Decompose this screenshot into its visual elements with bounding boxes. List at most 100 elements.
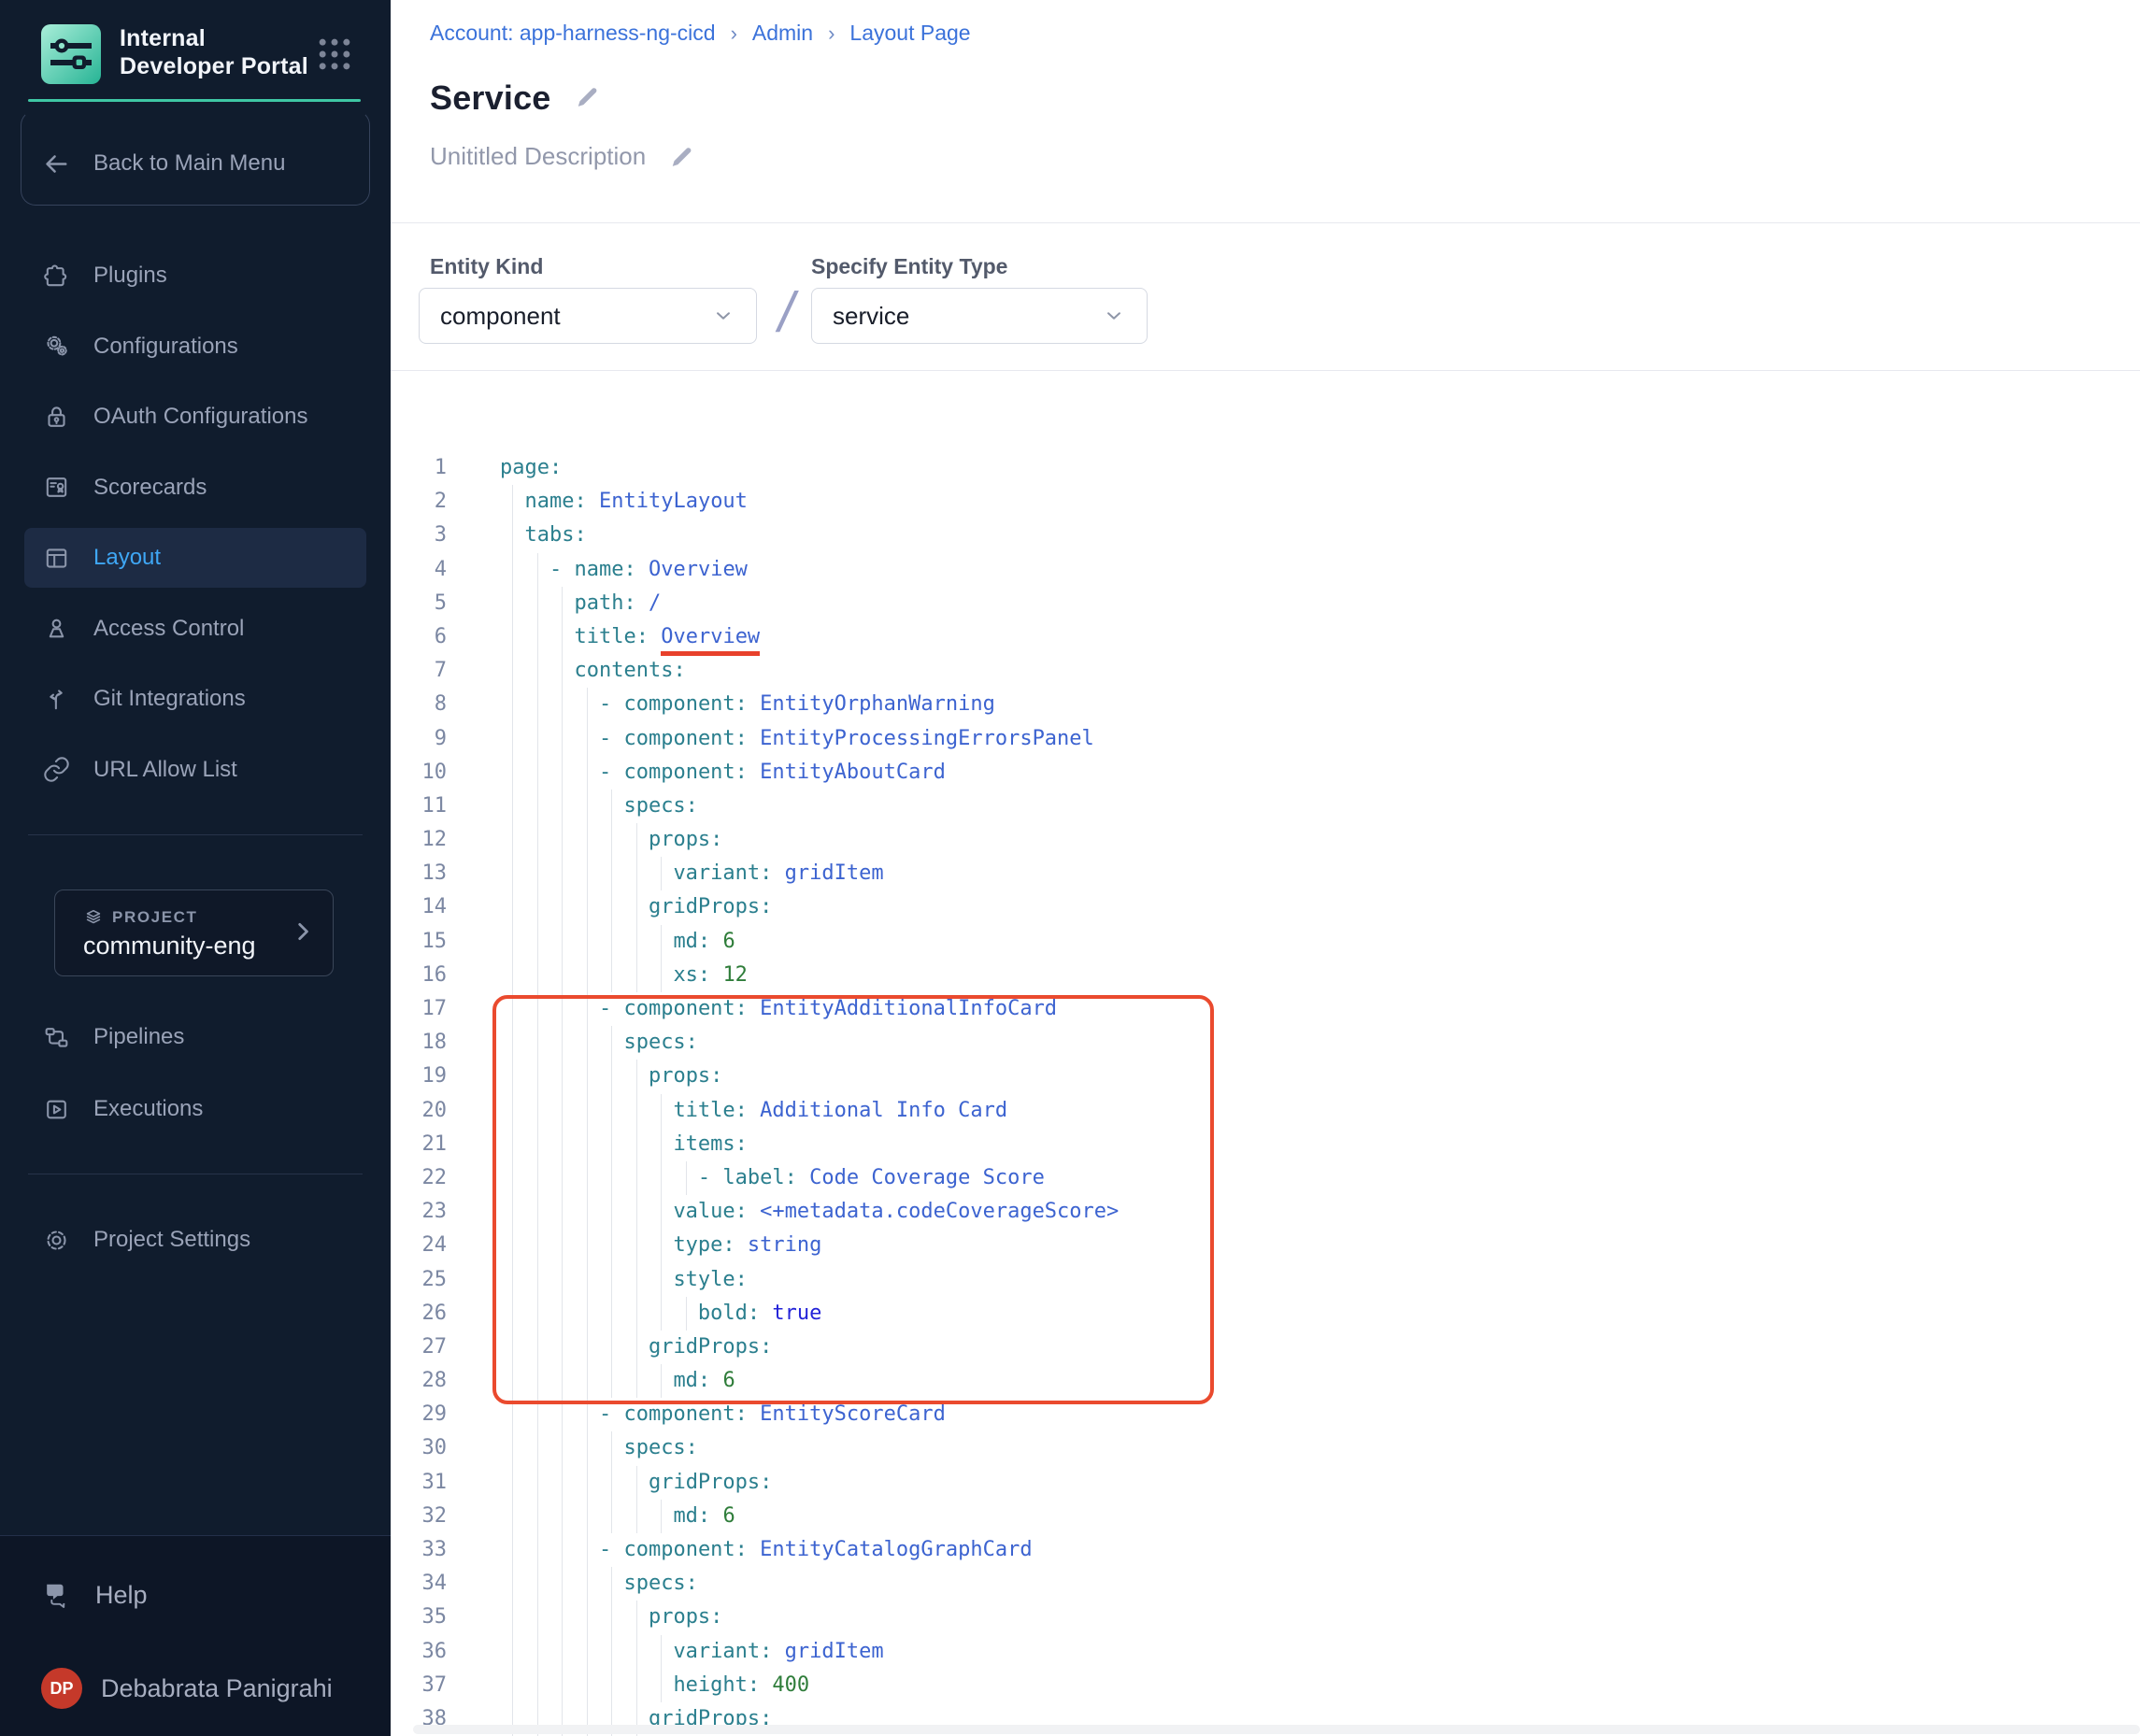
sidebar-item-label: Scorecards xyxy=(93,475,207,501)
breadcrumb-link[interactable]: Account: app-harness-ng-cicd xyxy=(430,21,716,46)
code-line[interactable]: 18 specs: xyxy=(391,1026,2140,1060)
code-line[interactable]: 20 title: Additional Info Card xyxy=(391,1094,2140,1128)
project-selector[interactable]: PROJECT community-eng xyxy=(54,889,334,976)
chevron-right-icon xyxy=(290,918,316,945)
user-menu[interactable]: DP Debabrata Panigrahi xyxy=(24,1658,366,1718)
code-line[interactable]: 23 value: <+metadata.codeCoverageScore> xyxy=(391,1195,2140,1229)
code-line[interactable]: 19 props: xyxy=(391,1060,2140,1093)
sidebar-item-label: Plugins xyxy=(93,263,167,289)
project-kicker-label: PROJECT xyxy=(112,908,198,927)
brand: Internal Developer Portal xyxy=(41,22,368,88)
puzzle-icon xyxy=(41,261,71,291)
code-line[interactable]: 21 items: xyxy=(391,1128,2140,1161)
sidebar-item-layout[interactable]: Layout xyxy=(24,528,366,588)
code-line[interactable]: 4 - name: Overview xyxy=(391,553,2140,587)
code-line[interactable]: 13 variant: gridItem xyxy=(391,857,2140,890)
sidebar-item-plugins[interactable]: Plugins xyxy=(24,246,366,306)
brand-accent-rule xyxy=(28,99,361,102)
kind-type-separator: / xyxy=(778,280,794,345)
code-line[interactable]: 34 specs: xyxy=(391,1567,2140,1601)
code-line[interactable]: 8 - component: EntityOrphanWarning xyxy=(391,688,2140,721)
layout-icon xyxy=(41,543,71,573)
person-icon xyxy=(41,614,71,644)
code-line[interactable]: 31 gridProps: xyxy=(391,1466,2140,1500)
code-line[interactable]: 35 props: xyxy=(391,1601,2140,1634)
code-line[interactable]: 16 xs: 12 xyxy=(391,959,2140,992)
sidebar-item-url-allow-list[interactable]: URL Allow List xyxy=(24,740,366,800)
sidebar-item-scorecards[interactable]: Scorecards xyxy=(24,458,366,518)
code-line[interactable]: 5 path: / xyxy=(391,587,2140,620)
sidebar-item-git-integrations[interactable]: Git Integrations xyxy=(24,669,366,729)
breadcrumb-link[interactable]: Layout Page xyxy=(849,21,970,46)
pipeline-icon xyxy=(41,1022,71,1052)
entity-kind-label: Entity Kind xyxy=(430,254,543,279)
code-line[interactable]: 24 type: string xyxy=(391,1229,2140,1262)
sidebar-item-access-control[interactable]: Access Control xyxy=(24,599,366,659)
line-number: 25 xyxy=(391,1263,447,1297)
help-label: Help xyxy=(95,1581,148,1610)
breadcrumb-separator-icon: › xyxy=(828,21,835,46)
app-grid-icon[interactable] xyxy=(314,34,355,75)
code-line[interactable]: 26 bold: true xyxy=(391,1297,2140,1330)
gears-icon xyxy=(41,332,71,362)
code-line[interactable]: 17 - component: EntityAdditionalInfoCard xyxy=(391,992,2140,1026)
help-button[interactable]: ? Help xyxy=(24,1565,366,1625)
brand-title: Internal Developer Portal xyxy=(120,24,321,80)
svg-text:?: ? xyxy=(50,1586,57,1597)
sidebar-item-pipelines[interactable]: Pipelines xyxy=(24,1007,366,1067)
sidebar: Internal Developer Portal Back to Main M… xyxy=(0,0,391,1736)
code-line[interactable]: 2 name: EntityLayout xyxy=(391,485,2140,519)
sidebar-item-executions[interactable]: Executions xyxy=(24,1079,366,1139)
line-number: 20 xyxy=(391,1094,447,1128)
entity-type-select[interactable]: service xyxy=(811,288,1148,344)
code-line[interactable]: 11 specs: xyxy=(391,790,2140,823)
code-line[interactable]: 37 height: 400 xyxy=(391,1669,2140,1702)
project-name: community-eng xyxy=(83,932,256,960)
code-line[interactable]: 6 title: Overview xyxy=(391,620,2140,654)
code-line[interactable]: 25 style: xyxy=(391,1263,2140,1297)
code-line[interactable]: 10 - component: EntityAboutCard xyxy=(391,756,2140,790)
entity-type-value: service xyxy=(833,302,1102,331)
line-number: 13 xyxy=(391,857,447,890)
sidebar-item-oauth-configurations[interactable]: OAuth Configurations xyxy=(24,387,366,447)
code-line[interactable]: 36 variant: gridItem xyxy=(391,1635,2140,1669)
page-title-row: Service xyxy=(430,78,602,118)
line-number: 36 xyxy=(391,1635,447,1669)
code-line[interactable]: 27 gridProps: xyxy=(391,1330,2140,1364)
code-line[interactable]: 29 - component: EntityScoreCard xyxy=(391,1398,2140,1431)
arrow-left-icon xyxy=(41,149,71,178)
code-line[interactable]: 30 specs: xyxy=(391,1431,2140,1465)
line-number: 37 xyxy=(391,1669,447,1702)
edit-title-pencil-icon[interactable] xyxy=(574,84,602,112)
sidebar-item-label: Git Integrations xyxy=(93,686,246,712)
line-number: 35 xyxy=(391,1601,447,1634)
project-kicker: PROJECT xyxy=(83,907,198,928)
entity-kind-select[interactable]: component xyxy=(419,288,757,344)
code-line[interactable]: 28 md: 6 xyxy=(391,1364,2140,1398)
code-line[interactable]: 9 - component: EntityProcessingErrorsPan… xyxy=(391,722,2140,756)
sidebar-item-configurations[interactable]: Configurations xyxy=(24,317,366,377)
sidebar-item-project-settings[interactable]: Project Settings xyxy=(24,1210,366,1270)
link-icon xyxy=(41,755,71,785)
code-line[interactable]: 15 md: 6 xyxy=(391,925,2140,959)
code-line[interactable]: 33 - component: EntityCatalogGraphCard xyxy=(391,1533,2140,1567)
breadcrumb-link[interactable]: Admin xyxy=(752,21,813,46)
back-to-main-menu[interactable]: Back to Main Menu xyxy=(24,134,366,193)
code-line[interactable]: 12 props: xyxy=(391,823,2140,857)
line-number: 30 xyxy=(391,1431,447,1465)
code-line[interactable]: 7 contents: xyxy=(391,654,2140,688)
horizontal-scrollbar[interactable] xyxy=(413,1725,2140,1734)
code-line[interactable]: 1page: xyxy=(391,451,2140,485)
sidebar-item-label: OAuth Configurations xyxy=(93,404,307,430)
line-number: 6 xyxy=(391,620,447,654)
edit-description-pencil-icon[interactable] xyxy=(668,144,693,169)
line-number: 10 xyxy=(391,756,447,790)
help-chat-icon: ? xyxy=(41,1579,73,1611)
code-line[interactable]: 3 tabs: xyxy=(391,519,2140,552)
code-line[interactable]: 22 - label: Code Coverage Score xyxy=(391,1161,2140,1195)
line-number: 28 xyxy=(391,1364,447,1398)
code-line[interactable]: 14 gridProps: xyxy=(391,890,2140,924)
line-number: 2 xyxy=(391,485,447,519)
yaml-editor[interactable]: 1page:2 name: EntityLayout3 tabs:4 - nam… xyxy=(391,451,2140,1736)
code-line[interactable]: 32 md: 6 xyxy=(391,1500,2140,1533)
